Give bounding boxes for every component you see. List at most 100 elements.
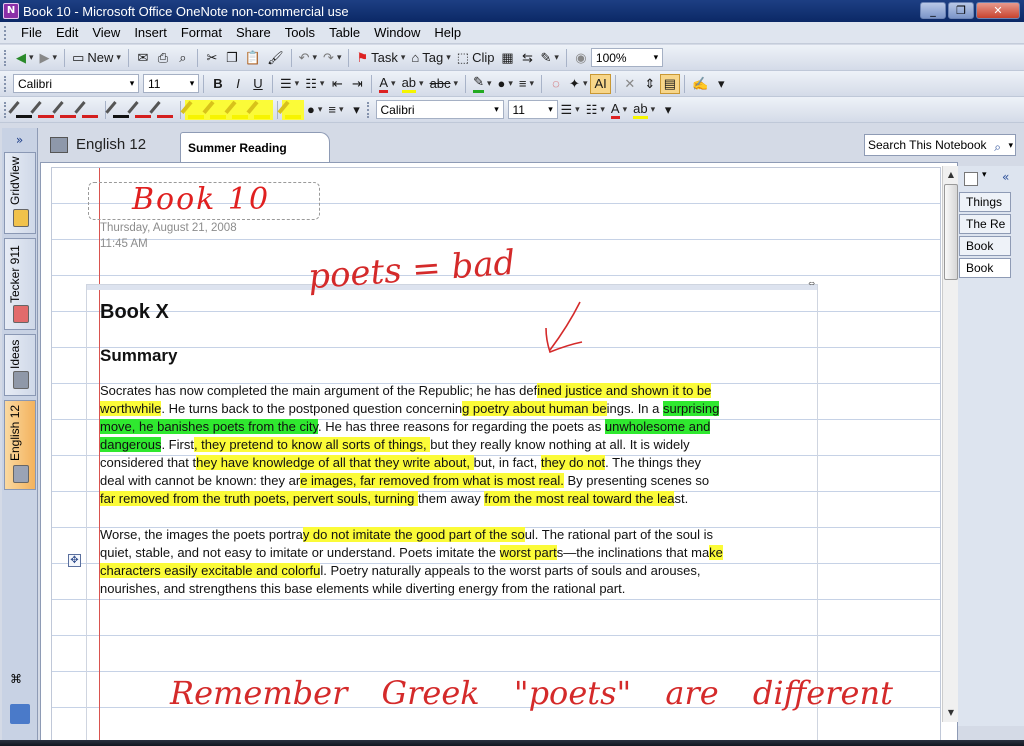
print-button[interactable]: ⎙ — [153, 48, 173, 68]
bold-button[interactable]: B — [208, 74, 228, 94]
research-button[interactable]: ⌕ — [173, 48, 193, 68]
pen-red-icon[interactable] — [79, 100, 101, 120]
toolbar-options-button[interactable]: ▾ — [658, 100, 678, 120]
page-scrollbar[interactable]: ▲ ▼ — [942, 166, 958, 722]
page-tab-the-re[interactable]: The Re — [959, 214, 1011, 234]
pen-color-picker[interactable]: ● — [304, 100, 325, 120]
table-button[interactable]: ▦ — [497, 48, 517, 68]
pen-red-icon[interactable] — [154, 100, 176, 120]
highlight-button-2[interactable]: ab — [630, 100, 658, 120]
toolbar-grip[interactable] — [366, 101, 371, 118]
bullets-button-2[interactable]: ☰ — [558, 100, 583, 120]
notebook-tab-tecker-911[interactable]: Tecker 911 — [4, 238, 36, 330]
email-button[interactable]: ✉ — [133, 48, 153, 68]
notebook-tab-gridview[interactable]: GridView — [4, 152, 36, 234]
toolbar-grip[interactable] — [4, 101, 8, 118]
strikethrough-button[interactable]: abc — [427, 74, 462, 94]
menu-format[interactable]: Format — [174, 25, 229, 40]
new-button[interactable]: ▭ New — [69, 48, 124, 68]
page-tab-book[interactable]: Book — [959, 236, 1011, 256]
notebook-tab-english-12[interactable]: English 12 — [4, 400, 36, 490]
section-tab-summer-reading[interactable]: Summer Reading — [180, 132, 330, 162]
undo-button[interactable]: ↶ — [296, 48, 320, 68]
increase-indent-button[interactable]: ⇥ — [347, 74, 367, 94]
maximize-button[interactable]: ❐ — [948, 2, 974, 19]
search-scope-dropdown-icon[interactable]: ▾ — [1008, 135, 1013, 155]
menu-help[interactable]: Help — [427, 25, 468, 40]
search-icon[interactable]: ⌕ — [994, 137, 1001, 155]
paste-button[interactable]: 📋 — [242, 48, 264, 68]
copy-button[interactable]: ❐ — [222, 48, 242, 68]
font-select[interactable]: Calibri ▾ — [13, 74, 139, 93]
clip-button[interactable]: ⬚ Clip — [454, 48, 498, 68]
pen-mode-button[interactable]: ✎ — [537, 48, 561, 68]
menu-grip[interactable] — [4, 25, 8, 40]
summary-paragraph-1[interactable]: Socrates has now completed the main argu… — [100, 382, 725, 508]
format-painter-button[interactable]: 🖌 — [264, 48, 287, 68]
task-button[interactable]: ⚑ Task — [353, 48, 408, 68]
new-page-icon[interactable] — [964, 172, 978, 186]
page-tab-book-active[interactable]: Book — [959, 258, 1011, 278]
menu-insert[interactable]: Insert — [127, 25, 174, 40]
scroll-down-icon[interactable]: ▼ — [944, 706, 958, 720]
bullets-button[interactable]: ☰ — [277, 74, 302, 94]
font-size-select[interactable]: 11 ▾ — [143, 74, 199, 93]
line-weight-button[interactable]: ≡ — [516, 74, 537, 94]
scroll-thumb[interactable] — [944, 184, 958, 280]
rule-lines-button[interactable]: ▤ — [659, 73, 681, 94]
toolbar-grip[interactable] — [4, 49, 8, 66]
search-input[interactable]: Search This Notebook ⌕ ▾ — [864, 134, 1016, 156]
note-page[interactable]: Book 10 Thursday, August 21, 2008 11:45 … — [51, 167, 941, 746]
menu-edit[interactable]: Edit — [49, 25, 85, 40]
toolbar-options-button[interactable]: ▾ — [347, 100, 367, 120]
insert-space-button[interactable]: ⇕ — [640, 74, 660, 94]
note-content[interactable]: Book X Summary Socrates has now complete… — [100, 298, 725, 616]
menu-window[interactable]: Window — [367, 25, 427, 40]
toolbar-grip[interactable] — [4, 75, 8, 92]
eraser-button[interactable]: ✦ — [566, 74, 590, 94]
unfiled-notes-icon[interactable]: ⌘ — [10, 672, 30, 692]
underline-button[interactable]: U — [248, 74, 268, 94]
highlighter-yellow-icon[interactable] — [251, 99, 273, 120]
redo-button[interactable]: ↷ — [320, 48, 344, 68]
numbering-button[interactable]: ☷ — [302, 74, 327, 94]
italic-button[interactable]: I — [228, 74, 248, 94]
zoom-select[interactable]: 100% ▾ — [590, 48, 663, 67]
summary-paragraph-2[interactable]: Worse, the images the poets portray do n… — [100, 526, 725, 598]
minimize-button[interactable]: _ — [920, 2, 946, 19]
notebook-tab-ideas[interactable]: Ideas — [4, 334, 36, 396]
paragraph-move-handle-icon[interactable]: ✥ — [68, 554, 81, 567]
tag-button[interactable]: ⌂ Tag — [408, 48, 453, 68]
menu-file[interactable]: File — [14, 25, 49, 40]
pen-color-button[interactable]: ✎ — [470, 74, 494, 94]
back-button[interactable]: ◀ — [13, 48, 37, 68]
new-page-dropdown-icon[interactable]: ▾ — [982, 170, 987, 180]
ink-to-text-button[interactable]: ✍ — [689, 74, 711, 94]
pen-weight-picker[interactable]: ≡ — [325, 100, 346, 120]
font-color-button[interactable]: A — [376, 74, 398, 94]
highlighter-yellow-icon[interactable] — [282, 99, 304, 120]
collapse-page-tabs-icon[interactable]: « — [1002, 170, 1009, 184]
menu-view[interactable]: View — [85, 25, 127, 40]
ink-note-remember[interactable]: Remember Greek "poets" are different — [170, 674, 893, 712]
decrease-indent-button[interactable]: ⇤ — [327, 74, 347, 94]
page-title-ink[interactable]: Book 10 — [132, 182, 270, 217]
scroll-up-icon[interactable]: ▲ — [944, 168, 958, 182]
close-button[interactable]: ✕ — [976, 2, 1020, 19]
font-color-button-2[interactable]: A — [608, 100, 630, 120]
type-mode-button[interactable]: AI — [590, 73, 611, 94]
fill-color-button[interactable]: ● — [495, 74, 516, 94]
menu-share[interactable]: Share — [229, 25, 278, 40]
lasso-button[interactable]: ◌ — [546, 74, 566, 94]
highlight-button[interactable]: ab — [399, 74, 427, 94]
delete-button[interactable]: ✕ — [620, 74, 640, 94]
audio-button[interactable]: ◉ — [571, 48, 591, 68]
menu-table[interactable]: Table — [322, 25, 367, 40]
menu-tools[interactable]: Tools — [278, 25, 322, 40]
expand-navigation-button[interactable]: » — [2, 128, 37, 152]
toolbar-options-button[interactable]: ▾ — [711, 74, 731, 94]
onenote-app-icon[interactable]: N — [3, 3, 19, 19]
page-tab-things[interactable]: Things — [959, 192, 1011, 212]
forward-button[interactable]: ▶ — [37, 48, 61, 68]
sync-button[interactable]: ⇆ — [517, 48, 537, 68]
